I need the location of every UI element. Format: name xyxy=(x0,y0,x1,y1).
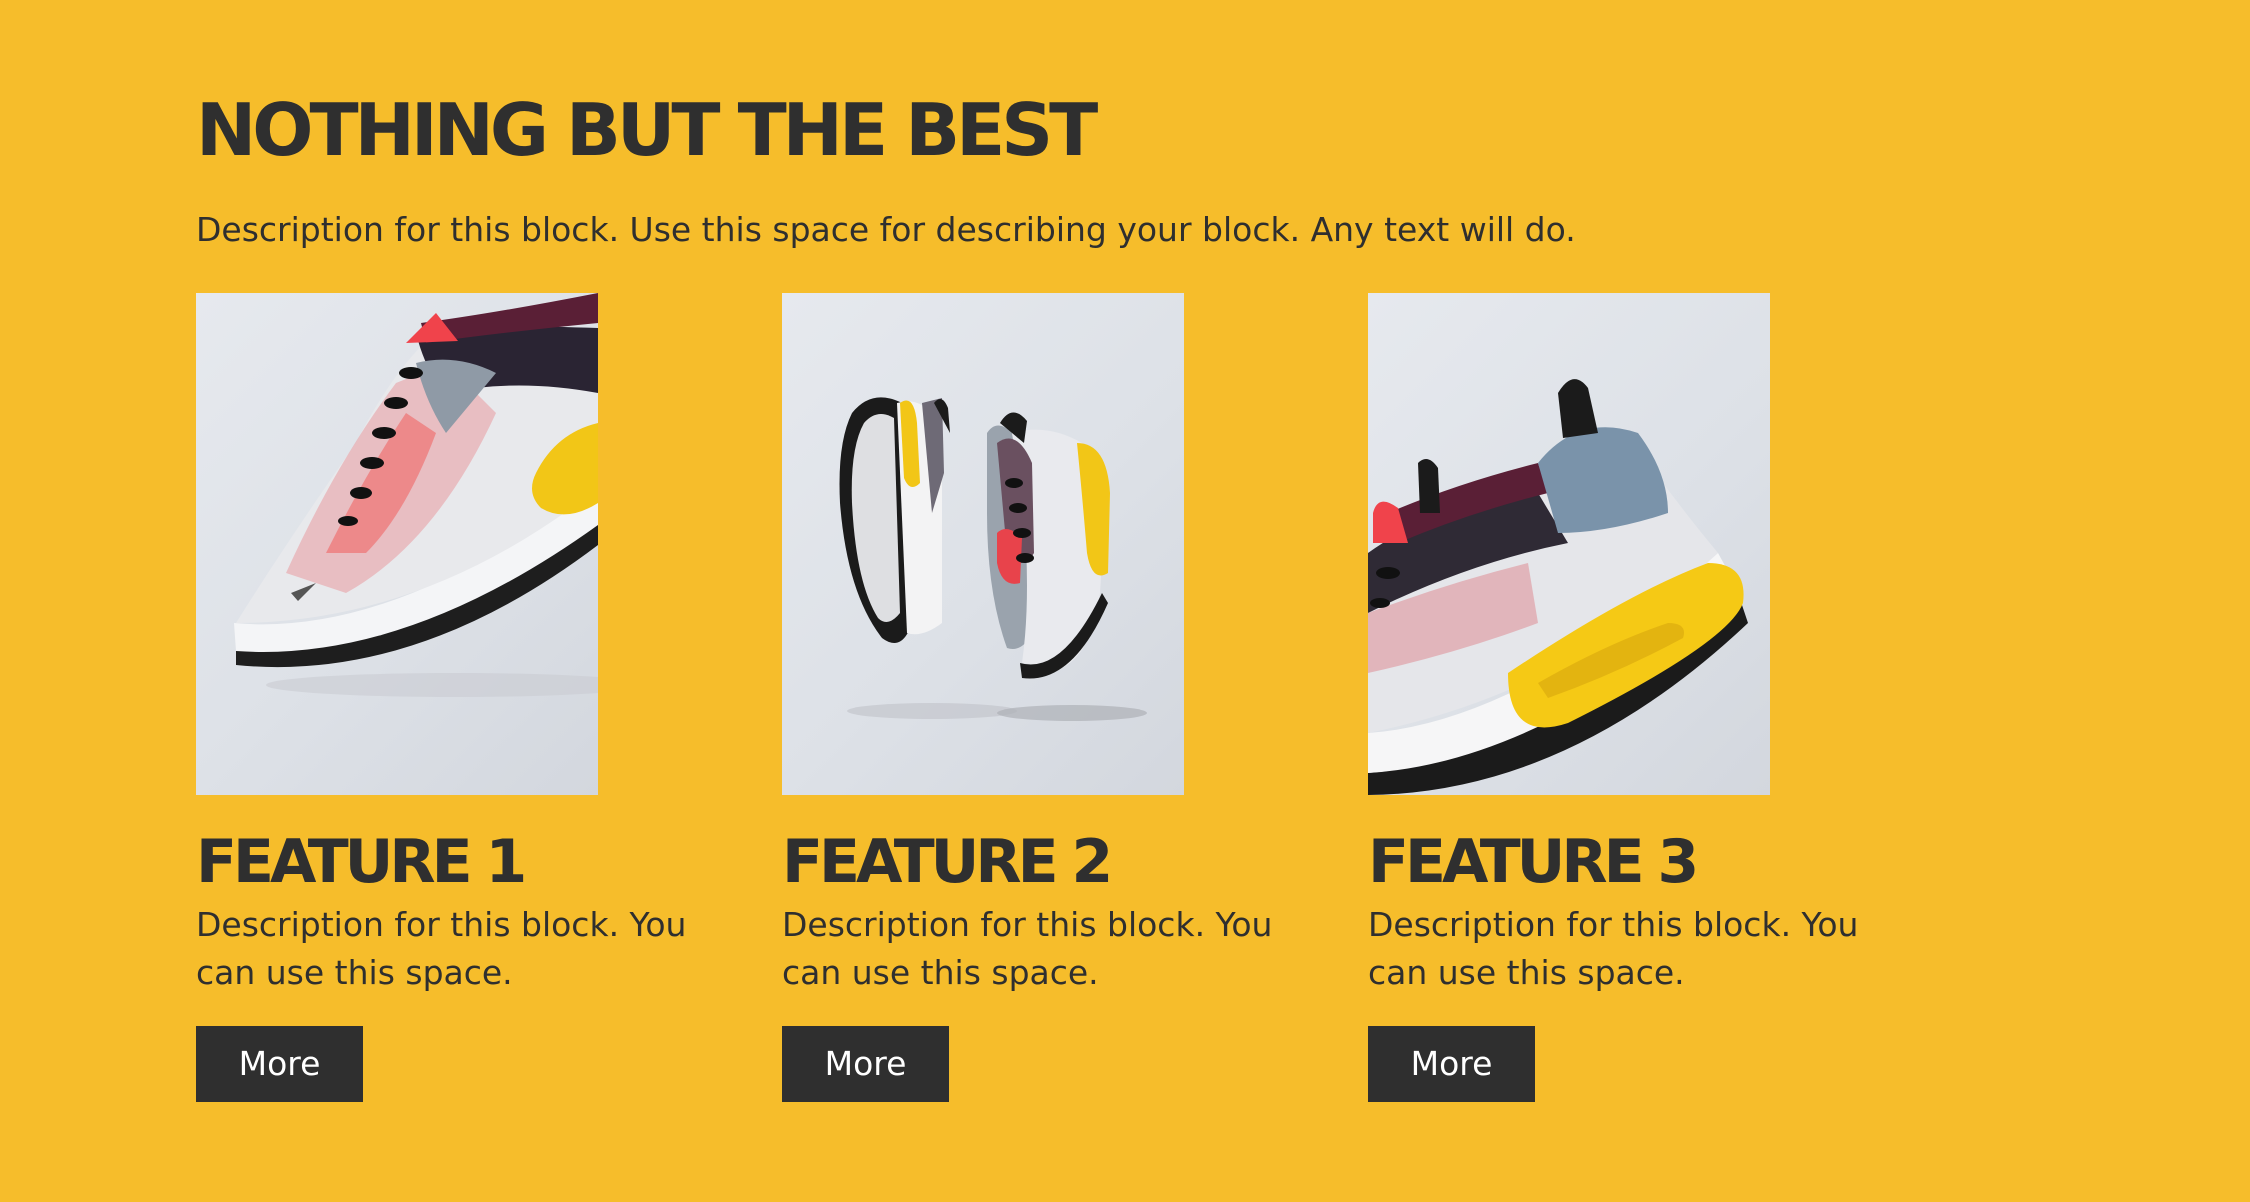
sneaker-heel-closeup-image xyxy=(1368,293,1770,795)
feature-2-description: Description for this block. You can use … xyxy=(782,905,1273,992)
features-section: NOTHING BUT THE BEST Description for thi… xyxy=(196,0,2096,1202)
feature-2-more-button[interactable]: More xyxy=(782,1026,949,1102)
feature-3-description: Description for this block. You can use … xyxy=(1368,905,1859,992)
page-title: NOTHING BUT THE BEST xyxy=(196,88,1098,172)
sneaker-side-closeup-image xyxy=(196,293,598,795)
feature-3-more-button[interactable]: More xyxy=(1368,1026,1535,1102)
feature-1-description: Description for this block. You can use … xyxy=(196,905,687,992)
feature-1-title: FEATURE 1 xyxy=(196,827,527,897)
feature-card-3: FEATURE 3 Description for this block. Yo… xyxy=(1368,293,1928,1102)
page-description: Description for this block. Use this spa… xyxy=(196,210,1576,249)
feature-card-2: FEATURE 2 Description for this block. Yo… xyxy=(782,293,1342,1102)
feature-3-title: FEATURE 3 xyxy=(1368,827,1699,897)
sneaker-pair-floating-image xyxy=(782,293,1184,795)
feature-2-title: FEATURE 2 xyxy=(782,827,1113,897)
feature-1-more-button[interactable]: More xyxy=(196,1026,363,1102)
feature-card-1: FEATURE 1 Description for this block. Yo… xyxy=(196,293,756,1102)
